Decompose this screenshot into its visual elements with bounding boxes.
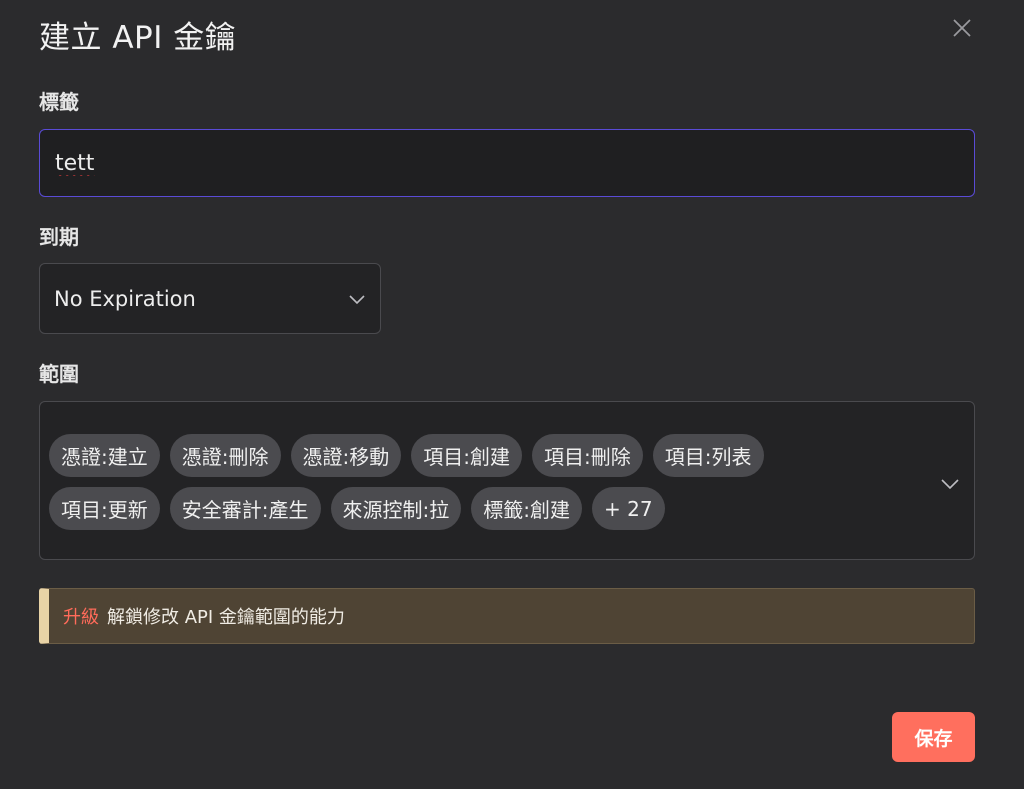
scope-chip[interactable]: 項目:更新	[49, 487, 160, 530]
upgrade-link[interactable]: 升級	[63, 603, 99, 629]
scope-chip[interactable]: 項目:列表	[652, 434, 764, 477]
create-api-key-dialog: 建立 API 金鑰 標籤 到期 No Expiration 範圍 憑證:建立 憑…	[0, 0, 1024, 789]
dialog-title: 建立 API 金鑰	[39, 20, 237, 56]
scope-chip[interactable]: 項目:創建	[411, 434, 522, 477]
scope-chip[interactable]: 項目:刪除	[532, 434, 643, 477]
scope-chip[interactable]: 憑證:建立	[49, 434, 160, 477]
upgrade-banner-text: 解鎖修改 API 金鑰範圍的能力	[107, 607, 345, 628]
label-input-wrapper	[39, 129, 975, 197]
save-button[interactable]: 保存	[892, 712, 975, 762]
upgrade-banner: 升級 解鎖修改 API 金鑰範圍的能力	[39, 588, 975, 644]
scope-label: 範圍	[39, 362, 79, 386]
expiration-value: No Expiration	[54, 286, 196, 311]
scope-chip[interactable]: 安全審計:產生	[169, 487, 321, 530]
scope-multiselect[interactable]: 憑證:建立 憑證:刪除 憑證:移動 項目:創建 項目:刪除 項目:列表 項目:更…	[39, 401, 975, 560]
scope-chip[interactable]: 憑證:刪除	[169, 434, 281, 477]
scope-more-chip[interactable]: + 27	[592, 487, 665, 530]
label-input[interactable]	[53, 149, 961, 177]
close-icon	[953, 19, 971, 37]
chevron-down-icon	[941, 479, 959, 490]
label-field-label: 標籤	[39, 90, 79, 114]
chevron-down-icon	[349, 294, 365, 304]
scope-chip-list: 憑證:建立 憑證:刪除 憑證:移動 項目:創建 項目:刪除 項目:列表 項目:更…	[49, 434, 869, 530]
expiration-select[interactable]: No Expiration	[39, 263, 381, 334]
expiration-label: 到期	[39, 225, 79, 249]
scope-chip[interactable]: 來源控制:拉	[330, 487, 462, 530]
close-button[interactable]	[948, 14, 976, 42]
scope-chip[interactable]: 憑證:移動	[290, 434, 402, 477]
scope-chip[interactable]: 標籤:創建	[471, 487, 582, 530]
